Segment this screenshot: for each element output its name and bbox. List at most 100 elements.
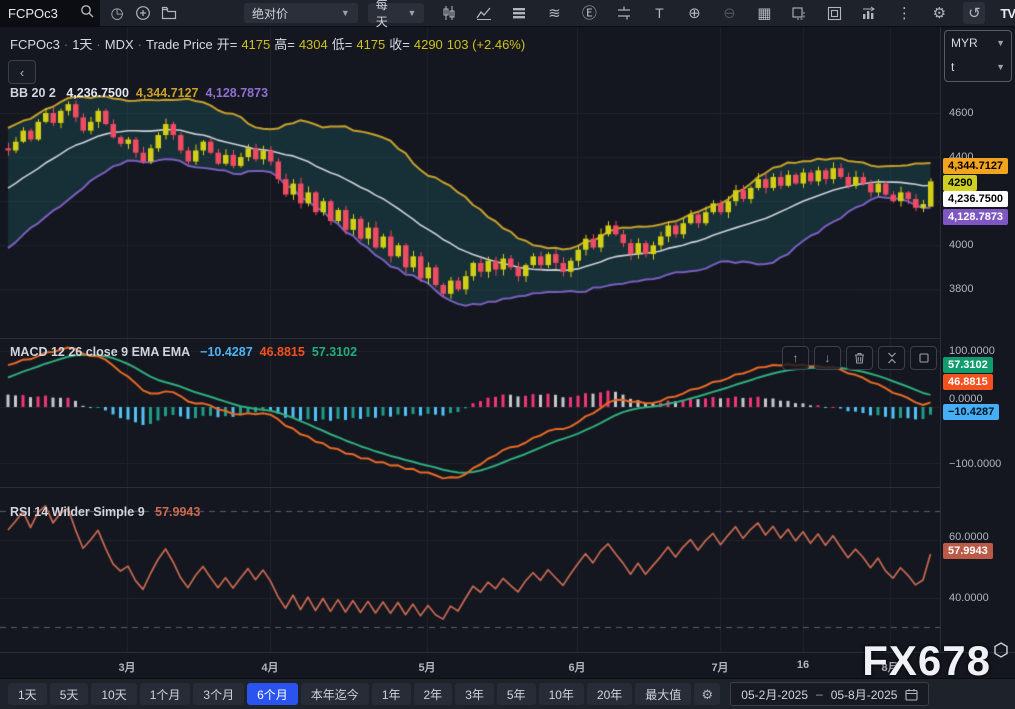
currency-label: MYR	[951, 36, 978, 50]
chart-style-button[interactable]	[438, 2, 460, 24]
rsi-legend-title: RSI 14 Wilder Simple 9	[10, 505, 145, 519]
pane-divider[interactable]	[0, 487, 940, 488]
axis-tick: 4000	[949, 239, 973, 251]
date-range-picker[interactable]: 05-2月-2025 – 05-8月-2025	[730, 682, 929, 706]
range-button-20年[interactable]: 20年	[587, 683, 632, 705]
range-button-1年[interactable]: 1年	[372, 683, 411, 705]
zoom-in-button[interactable]: ⊕	[683, 2, 705, 24]
macd-value: −10.4287	[200, 345, 252, 359]
watermark-text: FX678	[862, 640, 991, 682]
time-label: 3月	[118, 659, 135, 675]
range-button-5天[interactable]: 5天	[50, 683, 89, 705]
macd-legend: MACD 12 26 close 9 EMA EMA −10.428746.88…	[10, 345, 357, 359]
calendar-icon	[905, 688, 918, 701]
range-button-6个月[interactable]: 6个月	[247, 683, 298, 705]
zoom-out-button[interactable]: ⊖	[718, 2, 740, 24]
chart-settings-button[interactable]: ⚙	[928, 2, 950, 24]
bb-value: 4,236.7500	[66, 86, 129, 100]
maximize-icon	[919, 353, 929, 363]
volume-chart-button[interactable]	[858, 2, 880, 24]
range-button-3个月[interactable]: 3个月	[193, 683, 244, 705]
info-part: 高=	[274, 37, 295, 52]
price-axis-column[interactable]: 4600440040003800100.00000.0000−100.00006…	[940, 26, 1015, 652]
axis-price-tag: −10.4287	[943, 404, 999, 420]
time-label: 6月	[568, 659, 585, 675]
time-axis-settings-button[interactable]: ⚙	[694, 683, 720, 705]
chevron-down-icon: ▼	[996, 62, 1005, 72]
axis-price-tag: 57.3102	[943, 357, 993, 373]
time-label: 16	[797, 659, 809, 671]
range-button-5年[interactable]: 5年	[497, 683, 536, 705]
range-button-最大值[interactable]: 最大值	[635, 683, 691, 705]
info-part: 4175	[241, 37, 270, 52]
add-symbol-button[interactable]	[132, 2, 154, 24]
move-pane-up-button[interactable]: ↑	[782, 346, 809, 370]
macd-value: 46.8815	[260, 345, 305, 359]
range-button-10天[interactable]: 10天	[91, 683, 136, 705]
gear-icon: ⚙	[933, 6, 946, 21]
watchlist-folder-button[interactable]	[158, 2, 180, 24]
layout-icon	[827, 6, 842, 21]
range-button-本年迄今[interactable]: 本年迄今	[301, 683, 369, 705]
price-mode-label: 绝对价	[252, 5, 288, 22]
range-button-10年[interactable]: 10年	[539, 683, 584, 705]
scale-adjust-button[interactable]	[613, 2, 635, 24]
chevron-down-icon: ▼	[996, 38, 1005, 48]
info-part: FCPOc3	[10, 37, 60, 52]
maximize-pane-button[interactable]	[910, 346, 937, 370]
interval-dropdown[interactable]: 每天 ▼	[368, 3, 425, 23]
chevron-down-icon: ▼	[407, 8, 416, 18]
axis-price-tag: 4,236.7500	[943, 191, 1008, 207]
snapshot-button[interactable]	[788, 2, 810, 24]
axis-tick: 100.0000	[949, 345, 995, 357]
interval-label: 每天	[376, 0, 398, 30]
info-part: 103 (+2.46%)	[447, 37, 525, 52]
rsi-legend: RSI 14 Wilder Simple 9 57.9943	[10, 505, 200, 519]
delete-pane-button[interactable]	[846, 346, 873, 370]
tradingview-logo[interactable]: TV	[1000, 6, 1015, 21]
range-button-3年[interactable]: 3年	[455, 683, 494, 705]
axis-price-tag: 46.8815	[943, 374, 993, 390]
range-button-2年[interactable]: 2年	[414, 683, 453, 705]
date-from: 05-2月-2025	[741, 686, 808, 703]
text-tool-button[interactable]: T	[648, 2, 670, 24]
undo-button[interactable]: ↺	[963, 2, 985, 24]
layout-button[interactable]	[823, 2, 845, 24]
kebab-menu-icon: ⋮	[897, 6, 912, 21]
compare-button[interactable]	[508, 2, 530, 24]
price-pane[interactable]	[0, 26, 940, 338]
symbol-search-input[interactable]	[6, 5, 80, 22]
info-part: ·	[96, 37, 100, 52]
back-button[interactable]: ‹	[8, 60, 36, 84]
bottom-toolbar: 1天5天10天1个月3个月6个月本年迄今1年2年3年5年10年20年最大值 ⚙ …	[0, 678, 1015, 709]
bb-value: 4,128.7873	[205, 86, 268, 100]
bb-value: 4,344.7127	[136, 86, 199, 100]
data-table-button[interactable]: ▦	[753, 2, 775, 24]
info-part: Trade Price	[146, 37, 213, 52]
currency-dropdown[interactable]: MYR ▼	[945, 31, 1011, 55]
arrow-up-icon: ↑	[793, 351, 799, 365]
candlestick-icon	[441, 5, 457, 21]
symbol-search[interactable]	[0, 0, 100, 26]
range-button-1个月[interactable]: 1个月	[140, 683, 191, 705]
info-part: 4290	[414, 37, 443, 52]
move-pane-down-button[interactable]: ↓	[814, 346, 841, 370]
event-circle-icon: Ⓔ	[582, 6, 597, 21]
price-mode-dropdown[interactable]: 绝对价 ▼	[244, 3, 358, 23]
indicators-button[interactable]	[473, 2, 495, 24]
axis-price-tag: 4,128.7873	[943, 209, 1008, 225]
pane-divider[interactable]	[0, 338, 940, 339]
zoom-out-icon: ⊖	[723, 6, 736, 21]
time-label: 7月	[711, 659, 728, 675]
range-button-1天[interactable]: 1天	[8, 683, 47, 705]
collapse-pane-button[interactable]	[878, 346, 905, 370]
more-options-button[interactable]: ⋮	[893, 2, 915, 24]
time-history-button[interactable]: ◷	[106, 2, 128, 24]
clock-icon: ◷	[110, 6, 123, 21]
unit-dropdown[interactable]: t ▼	[945, 55, 1011, 79]
multi-chart-button[interactable]: ≋	[543, 2, 565, 24]
text-tool-icon: T	[655, 6, 664, 20]
events-button[interactable]: Ⓔ	[578, 2, 600, 24]
waves-icon: ≋	[548, 6, 561, 21]
chevron-down-icon: ▼	[341, 8, 350, 18]
